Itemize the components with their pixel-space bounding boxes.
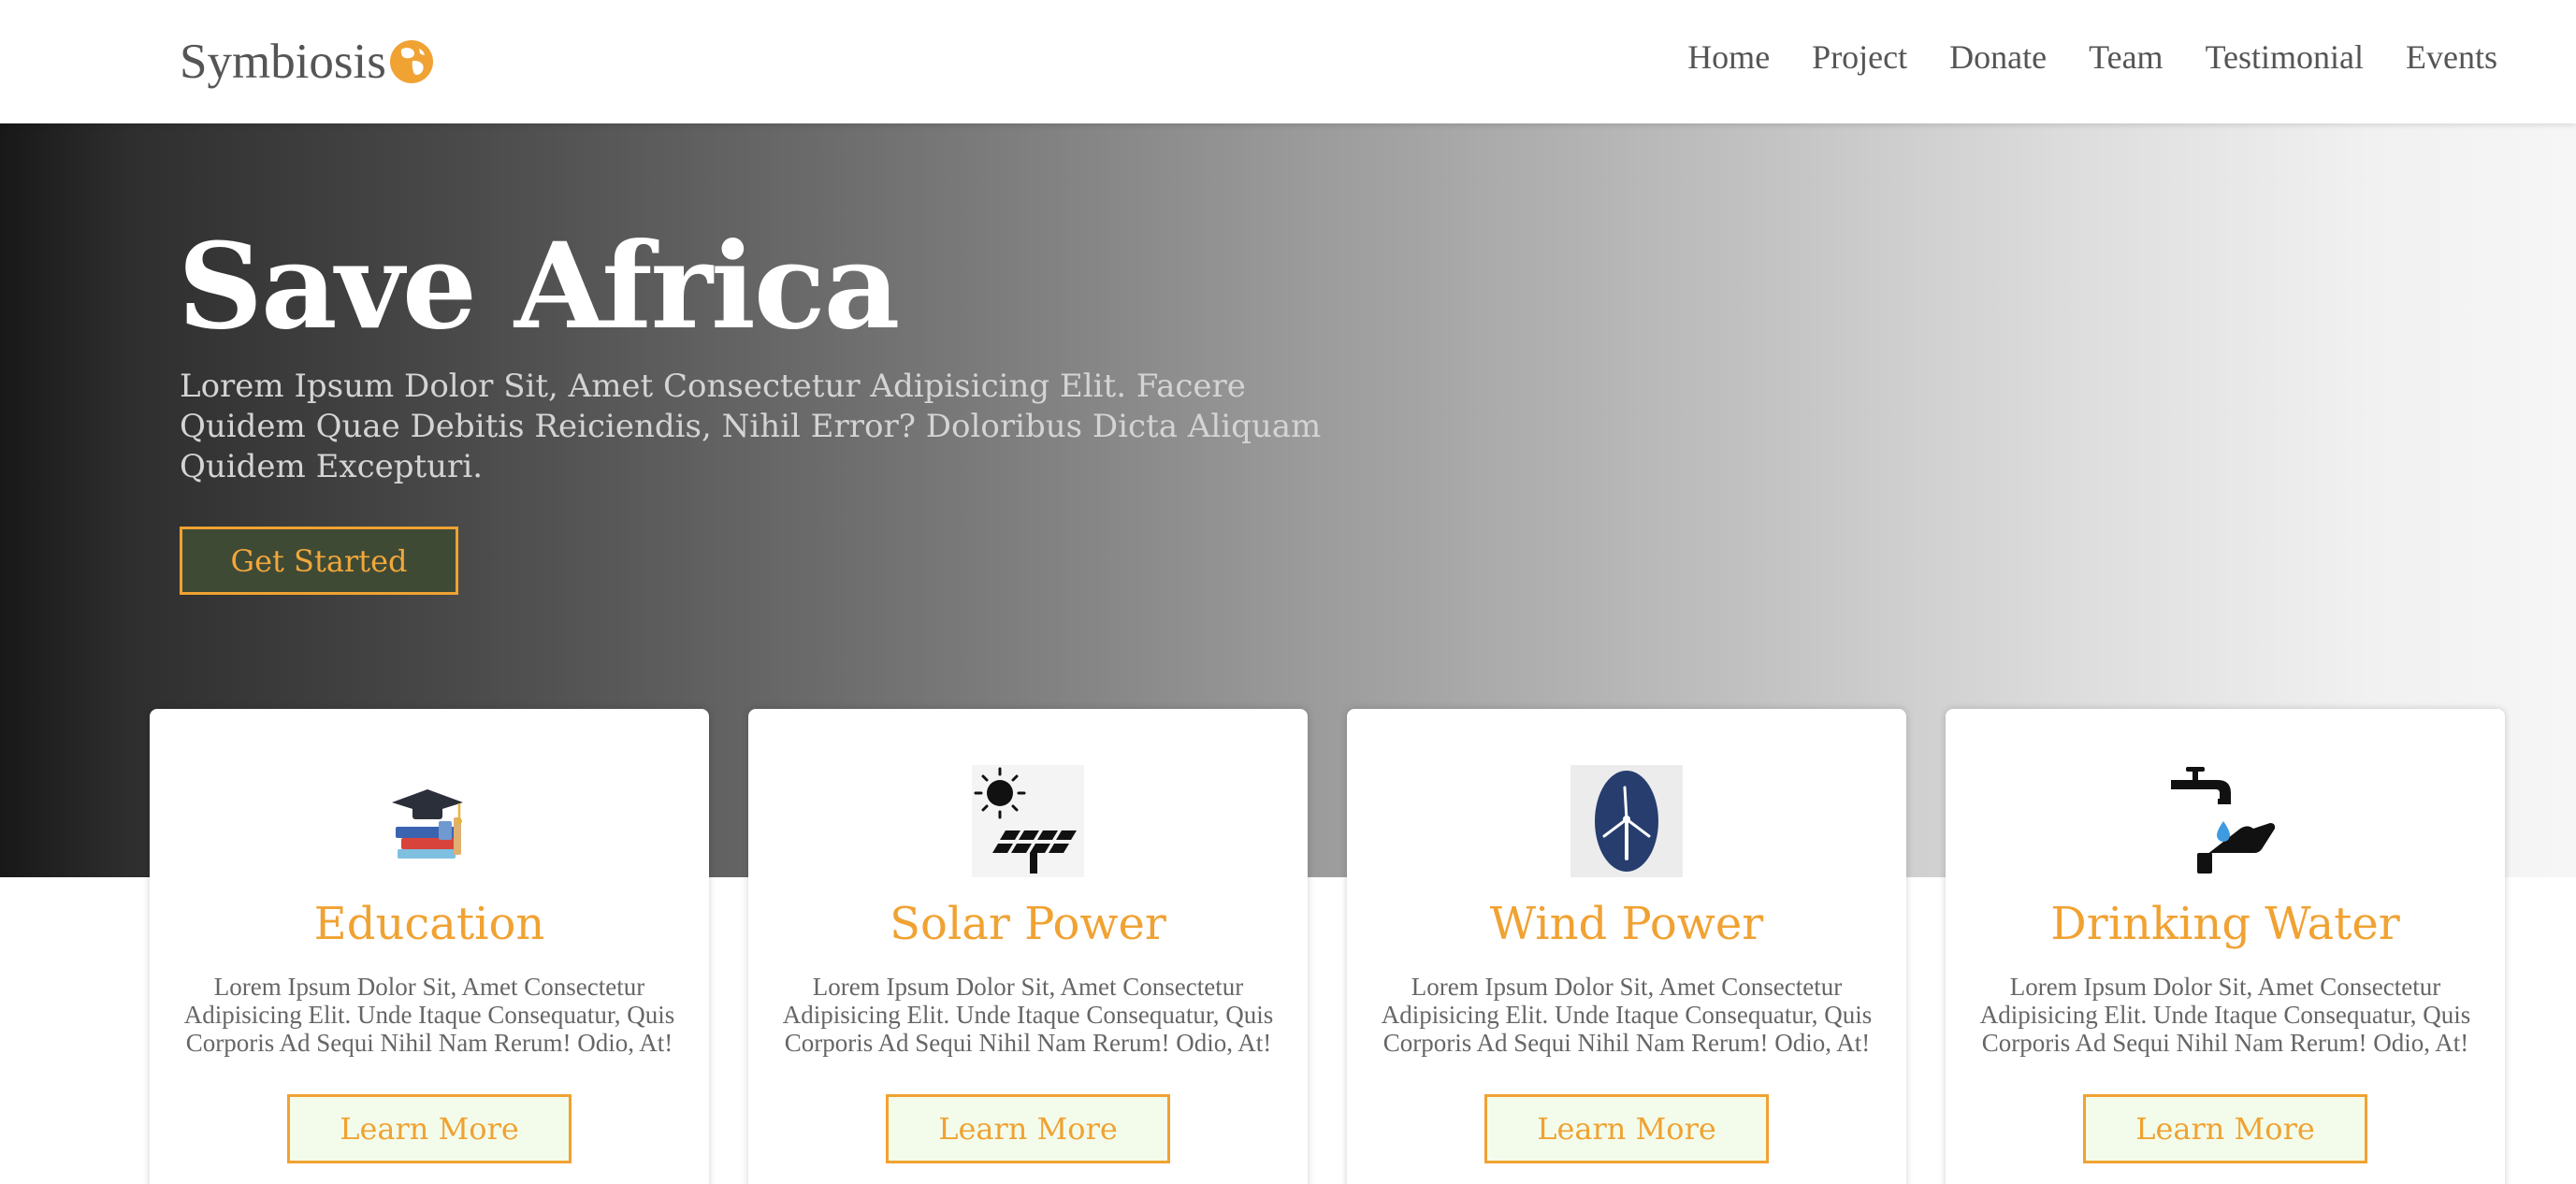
logo-text: Symbiosis bbox=[180, 35, 386, 89]
hero-subtitle: Lorem Ipsum Dolor Sit, Amet Consectetur … bbox=[180, 368, 1322, 485]
card-title: Education bbox=[313, 898, 545, 950]
get-started-button[interactable]: Get Started bbox=[180, 527, 458, 595]
services-cards: Education Lorem Ipsum Dolor Sit, Amet Co… bbox=[0, 709, 2576, 1184]
card-text: Lorem Ipsum Dolor Sit, Amet Consectetur … bbox=[183, 973, 675, 1057]
nav-team[interactable]: Team bbox=[2089, 37, 2163, 77]
learn-more-button[interactable]: Learn More bbox=[1484, 1094, 1769, 1163]
card-title: Wind Power bbox=[1489, 898, 1764, 950]
water-tap-icon bbox=[2171, 767, 2276, 874]
solar-panel-icon bbox=[972, 765, 1084, 877]
card-text: Lorem Ipsum Dolor Sit, Amet Consectetur … bbox=[1979, 973, 2471, 1057]
navbar: Symbiosis Home Project Donate Team Testi… bbox=[0, 0, 2576, 123]
nav-home[interactable]: Home bbox=[1687, 37, 1770, 77]
nav-donate[interactable]: Donate bbox=[1949, 37, 2047, 77]
globe-icon bbox=[389, 40, 433, 83]
nav-events[interactable]: Events bbox=[2406, 37, 2497, 77]
learn-more-button[interactable]: Learn More bbox=[886, 1094, 1170, 1163]
card-education: Education Lorem Ipsum Dolor Sit, Amet Co… bbox=[150, 709, 709, 1184]
learn-more-button[interactable]: Learn More bbox=[2083, 1094, 2367, 1163]
logo[interactable]: Symbiosis bbox=[180, 32, 435, 92]
wind-turbine-icon bbox=[1570, 765, 1683, 877]
card-drinking-water: Drinking Water Lorem Ipsum Dolor Sit, Am… bbox=[1946, 709, 2505, 1184]
card-solar-power: Solar Power Lorem Ipsum Dolor Sit, Amet … bbox=[748, 709, 1308, 1184]
nav-links: Home Project Donate Team Testimonial Eve… bbox=[1687, 37, 2497, 77]
nav-testimonial[interactable]: Testimonial bbox=[2206, 37, 2364, 77]
learn-more-button[interactable]: Learn More bbox=[287, 1094, 572, 1163]
graduation-books-icon bbox=[392, 789, 463, 859]
card-text: Lorem Ipsum Dolor Sit, Amet Consectetur … bbox=[1381, 973, 1873, 1057]
card-wind-power: Wind Power Lorem Ipsum Dolor Sit, Amet C… bbox=[1347, 709, 1906, 1184]
card-title: Solar Power bbox=[890, 898, 1166, 950]
nav-project[interactable]: Project bbox=[1812, 37, 1907, 77]
card-title: Drinking Water bbox=[2050, 898, 2400, 950]
hero-title: Save Africa bbox=[178, 217, 900, 355]
card-text: Lorem Ipsum Dolor Sit, Amet Consectetur … bbox=[782, 973, 1274, 1057]
